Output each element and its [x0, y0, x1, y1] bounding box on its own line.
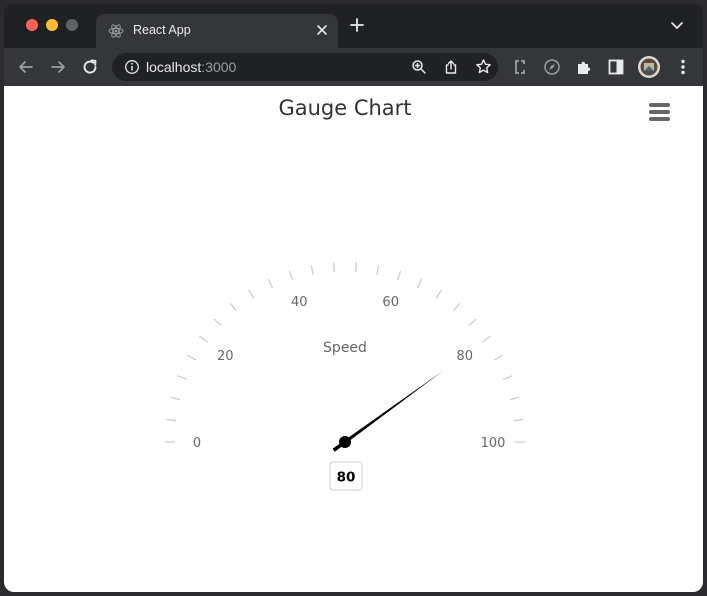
gauge-tick [493, 354, 504, 361]
gauge-tick [468, 318, 477, 327]
gauge-tick-label: 40 [291, 295, 308, 310]
gauge-tick-label: 100 [481, 436, 506, 451]
avatar[interactable] [637, 55, 661, 79]
zoom-icon[interactable] [411, 59, 427, 75]
maximize-window-button[interactable] [66, 19, 78, 31]
gauge-pivot [339, 436, 351, 448]
gauge-tick [310, 265, 314, 276]
gauge-tick [267, 278, 274, 289]
gauge-tick [186, 354, 197, 361]
gauge-tick [376, 265, 380, 276]
react-logo-icon [108, 24, 124, 38]
share-icon[interactable] [443, 59, 459, 75]
gauge-tick-label: 80 [456, 349, 473, 364]
gauge-value-label: 80 [337, 470, 356, 486]
puzzle-icon[interactable] [574, 57, 594, 77]
close-window-button[interactable] [26, 19, 38, 31]
gauge-tick-label: 60 [382, 295, 399, 310]
gauge-tick [333, 262, 335, 273]
gauge-tick [509, 396, 520, 401]
url-port: :3000 [201, 59, 237, 75]
plus-icon[interactable] [349, 17, 365, 33]
minimize-window-button[interactable] [46, 19, 58, 31]
gauge-tick [199, 335, 208, 343]
gauge-tick [452, 302, 461, 312]
tab-title: React App [133, 23, 191, 37]
gauge-value-box: 80 [329, 461, 363, 491]
css-extension-icon[interactable] [510, 57, 530, 77]
close-icon[interactable] [314, 21, 330, 39]
gauge-tick-label: 0 [193, 436, 201, 451]
tab-react-app[interactable]: React App [96, 14, 338, 48]
gauge-tick [416, 278, 423, 289]
gauge-tick [229, 302, 238, 312]
gauge-tick [513, 418, 524, 422]
gauge-tick [502, 375, 513, 381]
gauge-tick [170, 396, 181, 401]
kebab-menu-icon[interactable] [673, 57, 693, 77]
chevron-down-icon[interactable] [670, 20, 684, 30]
browser-window: React App localhost:3000 Gauge Chart 0 2… [4, 4, 703, 592]
sidebar-icon[interactable] [606, 57, 626, 77]
address-bar[interactable]: localhost:3000 [112, 53, 498, 81]
info-icon[interactable] [124, 59, 140, 75]
gauge-tick [177, 375, 188, 381]
reload-icon[interactable] [80, 57, 100, 77]
gauge-tick-labels: 0 20 40 60 80 100 [193, 295, 506, 451]
url-host: localhost [146, 59, 202, 75]
compass-extension-icon[interactable] [542, 57, 562, 77]
gauge-tick [482, 335, 491, 343]
star-icon[interactable] [475, 58, 492, 75]
title-bar: React App [4, 4, 703, 48]
gauge-tick [396, 270, 402, 281]
gauge-chart: 0 20 40 60 80 100 Speed 80 [165, 262, 525, 491]
page-content: Gauge Chart 0 20 40 60 80 100 Speed 80 [4, 86, 703, 592]
gauge-tick [166, 418, 177, 422]
gauge-tick [213, 318, 222, 327]
browser-toolbar: localhost:3000 [4, 48, 703, 86]
arrow-right-icon[interactable] [48, 57, 68, 77]
arrow-left-icon[interactable] [16, 57, 36, 77]
gauge-tick [435, 289, 442, 299]
gauge-series-label: Speed [323, 340, 367, 356]
gauge-tick [288, 270, 294, 281]
url-text: localhost:3000 [146, 59, 236, 75]
gauge-tick [248, 289, 255, 299]
gauge-tick-label: 20 [217, 349, 234, 364]
gauge-tick [355, 262, 357, 273]
